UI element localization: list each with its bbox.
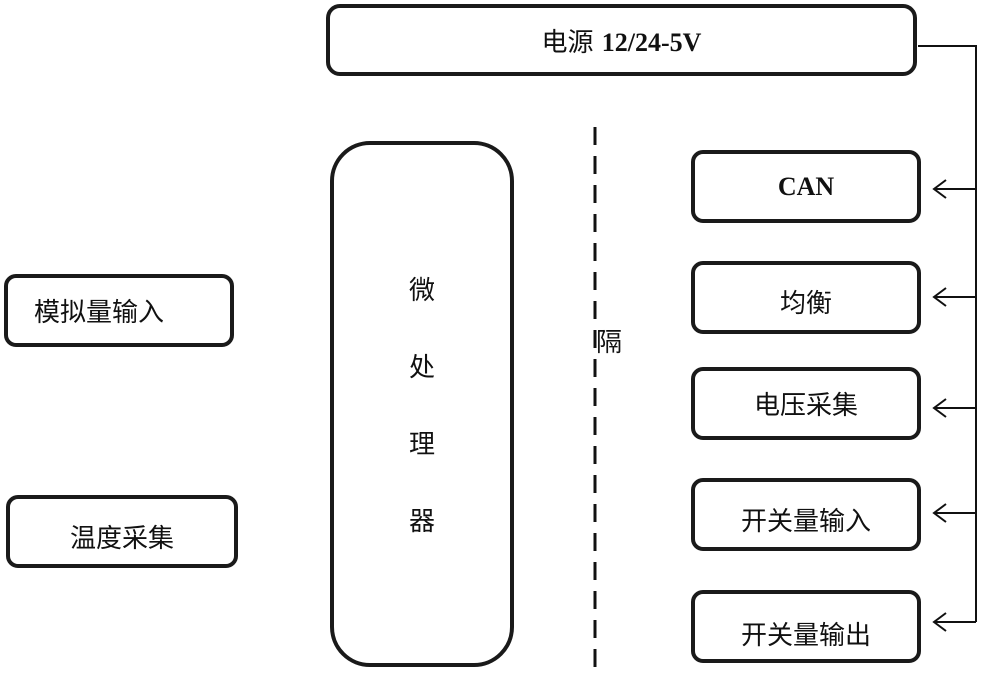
voltage-acquisition-label: 电压采集 [753,391,858,421]
voltage-acquisition-box: 电压采集 [691,367,921,440]
microprocessor-char: 器 [408,507,435,537]
microprocessor-char: 处 [408,353,435,383]
isolation-label: 隔 [596,328,623,358]
temperature-acquisition-label: 温度采集 [69,524,174,554]
analog-input-label: 模拟量输入 [34,298,165,328]
power-supply-box: 电源 12/24-5V [326,4,917,76]
can-box: CAN [691,150,921,223]
power-supply-label: 电源 [541,27,594,58]
balancing-label: 均衡 [779,289,832,319]
microprocessor-char: 微 [408,276,435,306]
switch-input-label: 开关量输入 [740,507,871,537]
can-label: CAN [777,171,835,201]
switch-output-label: 开关量输出 [740,621,871,651]
microprocessor-box: 微 处 理 器 [330,141,514,667]
balancing-box: 均衡 [691,261,921,334]
analog-input-box: 模拟量输入 [4,274,234,347]
power-supply-voltage: 12/24-5V [601,27,702,57]
switch-output-box: 开关量输出 [691,590,921,663]
temperature-acquisition-box: 温度采集 [6,495,238,568]
power-bus-line [918,45,977,622]
microprocessor-char: 理 [408,430,435,460]
switch-input-box: 开关量输入 [691,478,921,551]
